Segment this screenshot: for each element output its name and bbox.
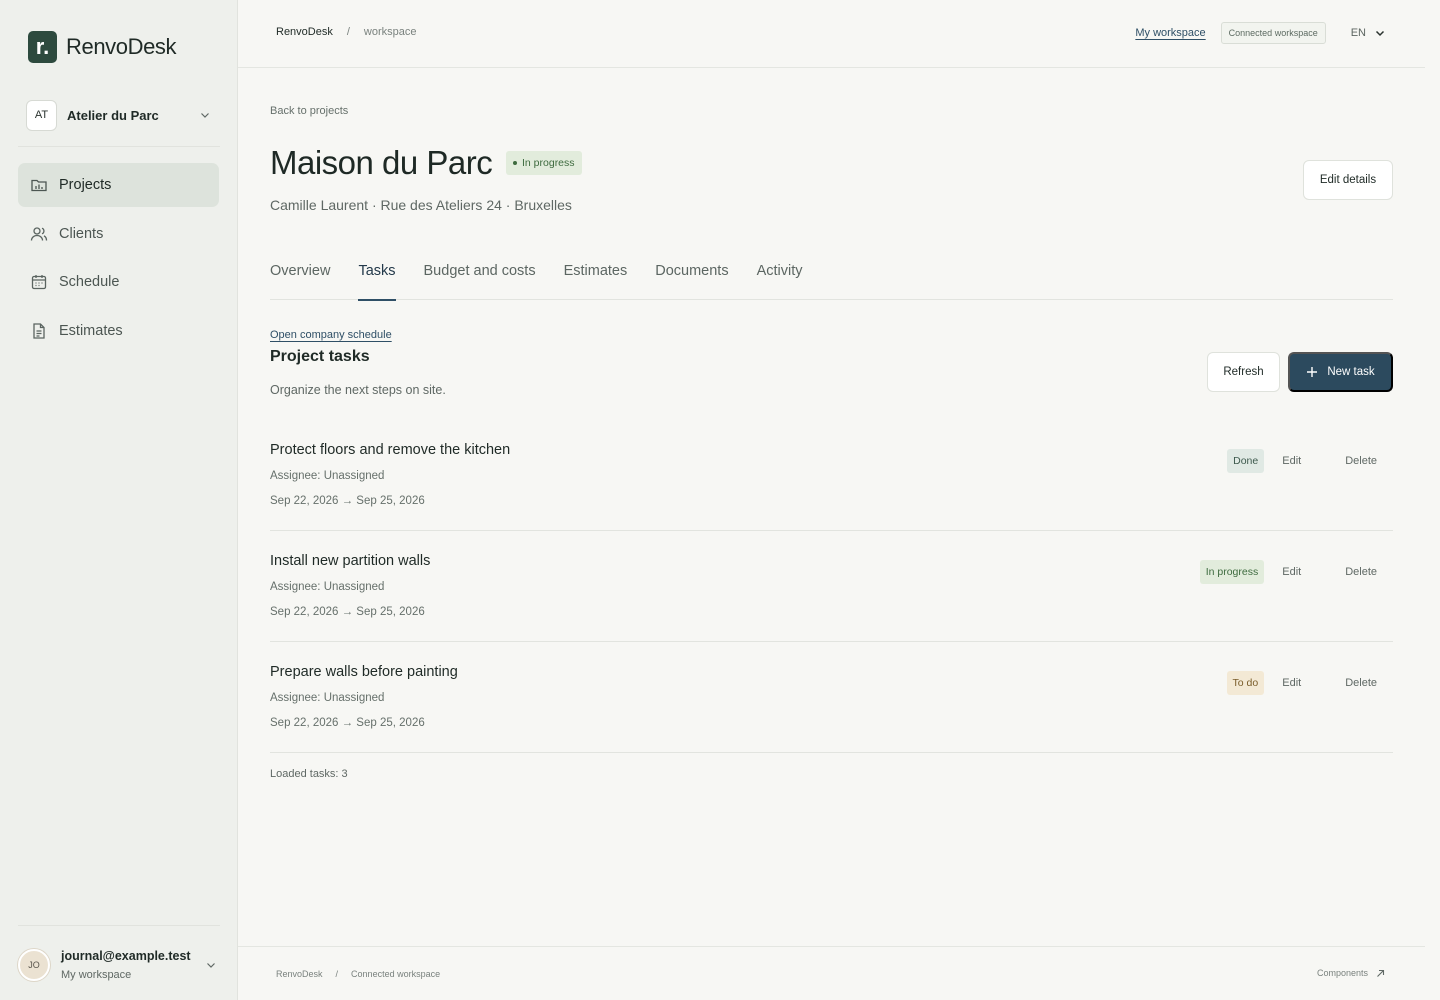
edit-button[interactable]: Edit [1272,671,1311,695]
task-dates: Sep 22, 2026 → Sep 25, 2026 [270,606,425,618]
sidebar-item-label: Clients [59,225,104,242]
breadcrumb-separator: / [346,26,350,38]
tab-estimates[interactable]: Estimates [564,249,628,300]
breadcrumb-app[interactable]: RenvoDesk [276,26,333,38]
task-title: Protect floors and remove the kitchen [270,442,511,458]
task-assignee: Assignee: Unassigned [270,581,385,593]
user-email: journal@example.test [61,949,191,963]
sidebar-item-clients[interactable]: Clients [18,212,219,256]
tab-overview[interactable]: Overview [270,249,330,300]
user-workspace: My workspace [61,969,132,981]
sidebar-item-projects[interactable]: Projects [18,163,219,207]
task-actions: To do Edit Delete [1226,671,1393,695]
task-dates: Sep 22, 2026 → Sep 25, 2026 [270,495,425,507]
connected-workspace-badge: Connected workspace [1220,22,1326,44]
plus-icon [1307,367,1318,377]
footer-app[interactable]: RenvoDesk [276,969,323,979]
language-select[interactable]: EN [1351,27,1385,39]
section-title: Project tasks [270,348,370,365]
delete-button[interactable]: Delete [1335,449,1387,473]
breadcrumb-page: workspace [363,26,417,38]
document-icon [30,322,48,340]
brand-name: RenvoDesk [66,34,177,59]
org-name: Atelier du Parc [67,107,159,123]
avatar: JO [18,949,50,981]
sidebar-nav: Projects Clients Schedule Estimates [18,163,219,357]
back-to-projects-link[interactable]: Back to projects [270,105,348,117]
edit-details-button[interactable]: Edit details [1303,160,1393,200]
refresh-button[interactable]: Refresh [1207,352,1280,392]
sidebar-item-schedule[interactable]: Schedule [18,260,219,304]
task-assignee: Assignee: Unassigned [270,470,385,482]
footer: RenvoDesk / Connected workspace Componen… [238,946,1425,1000]
footer-separator: / [335,969,339,979]
external-link-icon [1377,969,1385,977]
status-badge: Done [1227,449,1265,473]
sidebar-divider [18,925,220,926]
delete-button[interactable]: Delete [1335,560,1387,584]
my-workspace-link[interactable]: My workspace [1135,27,1205,39]
status-dot-icon [513,161,517,165]
status-badge: In progress [506,151,582,175]
page-title: Maison du Parc [270,144,493,181]
project-tabs: Overview Tasks Budget and costs Estimate… [270,249,1393,301]
topbar-actions: My workspace Connected workspace EN [1135,22,1385,44]
task-assignee: Assignee: Unassigned [270,692,385,704]
tab-activity[interactable]: Activity [757,249,803,300]
user-menu[interactable]: JO journal@example.test My workspace [18,943,220,987]
task-actions: Done Edit Delete [1227,449,1393,473]
brand-logo: r. [28,31,57,63]
task-title: Prepare walls before painting [270,664,458,680]
sidebar-item-label: Projects [59,177,112,193]
delete-button[interactable]: Delete [1335,671,1387,695]
sidebar-divider [18,146,220,147]
tab-tasks[interactable]: Tasks [358,249,396,301]
task-list: Protect floors and remove the kitchen As… [270,420,1393,753]
sidebar-item-label: Estimates [59,322,123,339]
user-info: journal@example.test My workspace [61,949,206,981]
list-item: Prepare walls before painting Assignee: … [270,642,1393,753]
sidebar: r. RenvoDesk AT Atelier du Parc Projects… [0,0,238,1000]
calendar-icon [30,273,48,291]
task-actions: In progress Edit Delete [1199,560,1393,584]
brand[interactable]: r. RenvoDesk [28,31,177,63]
sidebar-item-estimates[interactable]: Estimates [18,309,219,353]
new-task-button[interactable]: New task [1288,352,1393,392]
tab-documents[interactable]: Documents [655,249,728,300]
footer-workspace: Connected workspace [351,969,441,979]
status-badge: To do [1226,671,1265,695]
section-subtitle: Organize the next steps on site. [270,383,446,397]
breadcrumb: RenvoDesk / workspace [276,26,417,38]
loaded-tasks-count: Loaded tasks: 3 [270,768,348,780]
components-link[interactable]: Components [1317,968,1385,978]
topbar: RenvoDesk / workspace My workspace Conne… [238,0,1425,68]
open-company-schedule-link[interactable]: Open company schedule [270,329,392,341]
task-dates: Sep 22, 2026 → Sep 25, 2026 [270,717,425,729]
status-label: In progress [522,157,575,169]
chevron-down-icon [201,113,209,118]
chevron-down-icon [1375,30,1385,37]
sidebar-item-label: Schedule [59,274,120,290]
new-task-label: New task [1327,366,1375,378]
edit-button[interactable]: Edit [1272,449,1311,473]
status-badge: In progress [1199,560,1265,584]
org-badge: AT [26,99,57,131]
list-item: Protect floors and remove the kitchen As… [270,420,1393,531]
language-value: EN [1350,27,1366,39]
org-switcher[interactable]: AT Atelier du Parc [26,99,216,131]
list-item: Install new partition walls Assignee: Un… [270,531,1393,642]
edit-button[interactable]: Edit [1272,560,1311,584]
project-subtitle: Camille Laurent · Rue des Ateliers 24 · … [270,197,572,213]
footer-breadcrumb: RenvoDesk / Connected workspace [276,969,440,979]
folder-icon [30,176,48,194]
chevron-down-icon [207,963,215,968]
task-title: Install new partition walls [270,553,431,569]
components-label: Components [1316,968,1368,978]
users-icon [30,225,48,243]
tab-budget-and-costs[interactable]: Budget and costs [424,249,536,300]
